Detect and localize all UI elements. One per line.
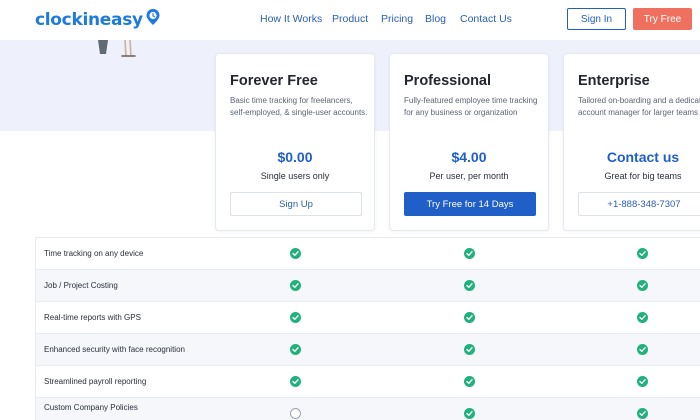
try-free-14-days-button[interactable]: Try Free for 14 Days bbox=[404, 192, 536, 216]
check-icon bbox=[637, 344, 648, 355]
plan-card-enterprise: Enterprise Tailored on-boarding and a de… bbox=[563, 53, 700, 231]
plan-name: Enterprise bbox=[578, 73, 650, 89]
plan-price: $4.00 bbox=[451, 149, 487, 165]
feature-label: Custom Company Policies bbox=[44, 403, 138, 412]
feature-label: Time tracking on any device bbox=[44, 249, 144, 258]
check-icon bbox=[637, 376, 648, 387]
check-icon bbox=[637, 280, 648, 291]
plan-price: $0.00 bbox=[277, 149, 313, 165]
plan-description: Tailored on-boarding and a dedicated acc… bbox=[578, 96, 700, 117]
logo[interactable]: clockineasy bbox=[35, 9, 161, 30]
check-icon bbox=[464, 312, 475, 323]
sign-up-button[interactable]: Sign Up bbox=[230, 192, 362, 216]
plan-name: Professional bbox=[404, 73, 492, 89]
check-icon bbox=[464, 280, 475, 291]
table-row: Real-time reports with GPS bbox=[0, 301, 700, 333]
table-row: Enhanced security with face recognition bbox=[0, 333, 700, 365]
check-icon bbox=[637, 408, 648, 419]
feature-label: Enhanced security with face recognition bbox=[44, 345, 185, 354]
check-icon bbox=[464, 344, 475, 355]
check-icon bbox=[637, 312, 648, 323]
plan-description: Fully-featured employee time tracking fo… bbox=[404, 96, 538, 117]
nav-pricing[interactable]: Pricing bbox=[381, 13, 413, 25]
check-icon bbox=[290, 280, 301, 291]
table-row: Streamlined payroll reporting bbox=[0, 365, 700, 397]
check-icon bbox=[637, 248, 648, 259]
check-icon bbox=[464, 248, 475, 259]
clock-pin-icon bbox=[146, 9, 160, 25]
check-icon bbox=[464, 408, 475, 419]
check-icon bbox=[290, 248, 301, 259]
site-header: clockineasy How It Works Product Pricing… bbox=[0, 0, 700, 40]
table-row: Job / Project Costing bbox=[0, 269, 700, 301]
plan-subtitle: Per user, per month bbox=[429, 171, 509, 181]
sign-in-button[interactable]: Sign In bbox=[567, 8, 626, 30]
plan-price: Contact us bbox=[606, 149, 680, 165]
plan-subtitle: Great for big teams bbox=[604, 171, 682, 181]
plan-subtitle: Single users only bbox=[260, 171, 330, 181]
feature-label: Job / Project Costing bbox=[44, 281, 118, 290]
plan-card-professional: Professional Fully-featured employee tim… bbox=[389, 53, 549, 231]
table-row: Time tracking on any device bbox=[0, 237, 700, 269]
nav-how-it-works[interactable]: How It Works bbox=[260, 13, 322, 25]
check-icon bbox=[290, 312, 301, 323]
feature-label: Streamlined payroll reporting bbox=[44, 377, 147, 386]
nav-product[interactable]: Product bbox=[332, 13, 368, 25]
feature-label: Real-time reports with GPS bbox=[44, 313, 141, 322]
empty-circle-icon bbox=[290, 408, 301, 419]
try-free-button[interactable]: Try Free bbox=[633, 8, 692, 30]
check-icon bbox=[464, 376, 475, 387]
nav-contact-us[interactable]: Contact Us bbox=[460, 13, 512, 25]
nav-blog[interactable]: Blog bbox=[425, 13, 446, 25]
plan-card-forever-free: Forever Free Basic time tracking for fre… bbox=[215, 53, 375, 231]
phone-number-button[interactable]: +1-888-348-7307 bbox=[578, 192, 700, 216]
plan-description: Basic time tracking for freelancers, sel… bbox=[230, 96, 368, 117]
logo-text: clockineasy bbox=[35, 10, 143, 30]
table-row: Custom Company Policies bbox=[0, 397, 700, 420]
check-icon bbox=[290, 376, 301, 387]
illustration-figure bbox=[98, 40, 136, 57]
check-icon bbox=[290, 344, 301, 355]
plan-name: Forever Free bbox=[230, 73, 318, 89]
